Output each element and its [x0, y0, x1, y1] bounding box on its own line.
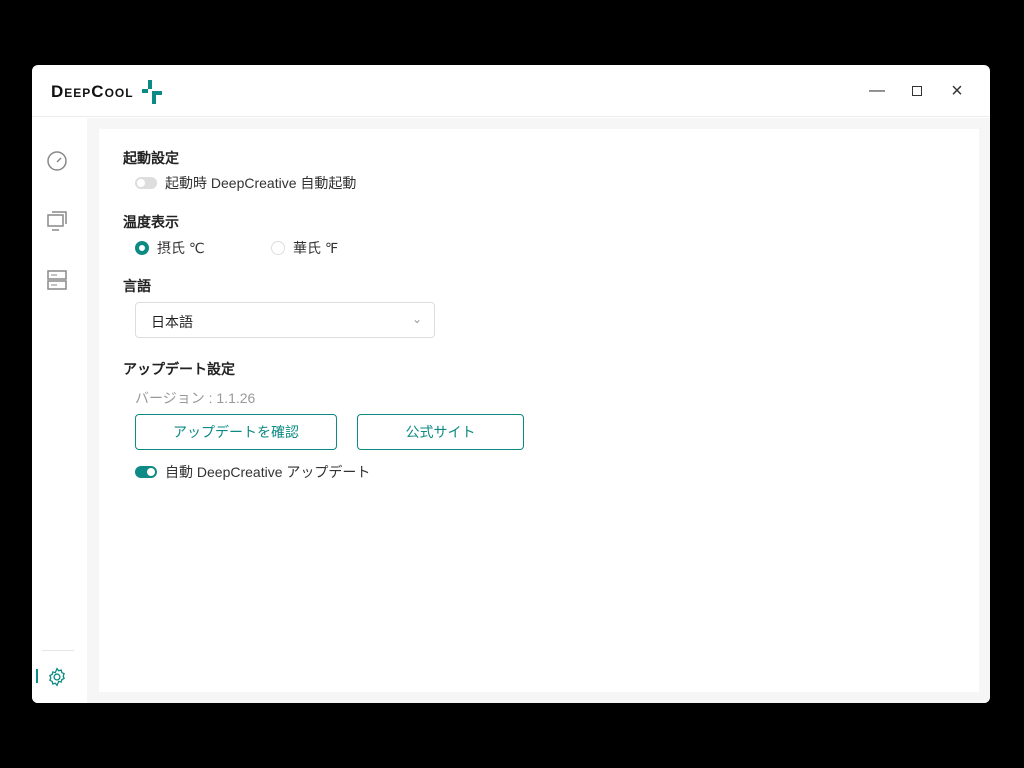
autostart-label: 起動時 DeepCreative 自動起動 — [165, 175, 357, 191]
temperature-heading: 温度表示 — [123, 214, 179, 230]
minimize-button[interactable]: — — [865, 79, 889, 103]
maximize-button[interactable] — [905, 79, 929, 103]
update-heading: アップデート設定 — [123, 361, 235, 377]
active-indicator — [36, 669, 38, 683]
language-value: 日本語 — [151, 314, 193, 330]
fahrenheit-label: 華氏 ℉ — [293, 240, 339, 256]
storage-icon[interactable] — [46, 269, 68, 291]
sidebar-divider — [42, 650, 74, 651]
official-site-button[interactable]: 公式サイト — [357, 414, 524, 450]
deepcool-logo: DeepCool — [51, 80, 162, 104]
startup-heading: 起動設定 — [123, 150, 179, 166]
logo-mark-icon — [141, 80, 162, 104]
settings-panel: 起動設定 起動時 DeepCreative 自動起動 温度表示 摂氏 ℃ 華氏 … — [99, 129, 979, 692]
auto-update-row: 自動 DeepCreative アップデート — [135, 462, 370, 482]
gear-icon[interactable] — [47, 667, 67, 687]
check-update-button[interactable]: アップデートを確認 — [135, 414, 337, 450]
logo-text: DeepCool — [51, 82, 134, 101]
chevron-down-icon: ⌄ — [411, 312, 422, 326]
celsius-label: 摂氏 ℃ — [157, 240, 205, 256]
sidebar — [32, 118, 87, 703]
monitor-icon[interactable] — [46, 210, 68, 232]
language-heading: 言語 — [123, 278, 151, 294]
fahrenheit-radio[interactable] — [271, 241, 285, 255]
autostart-toggle[interactable] — [135, 177, 157, 189]
auto-update-toggle[interactable] — [135, 466, 157, 478]
fahrenheit-option[interactable]: 華氏 ℉ — [271, 238, 338, 258]
main-area: 起動設定 起動時 DeepCreative 自動起動 温度表示 摂氏 ℃ 華氏 … — [87, 118, 990, 703]
app-window: DeepCool — × 起動設定 起動時 DeepCreative 自動起動 … — [32, 65, 990, 703]
title-bar: DeepCool — × — [32, 65, 990, 117]
autostart-row: 起動時 DeepCreative 自動起動 — [135, 173, 356, 193]
celsius-radio[interactable] — [135, 241, 149, 255]
version-text: バージョン : 1.1.26 — [135, 390, 256, 406]
celsius-option[interactable]: 摂氏 ℃ — [135, 238, 205, 258]
close-button[interactable]: × — [945, 79, 969, 103]
gauge-icon[interactable] — [46, 150, 68, 172]
auto-update-label: 自動 DeepCreative アップデート — [165, 464, 371, 480]
language-select[interactable]: 日本語 ⌄ — [135, 302, 435, 338]
